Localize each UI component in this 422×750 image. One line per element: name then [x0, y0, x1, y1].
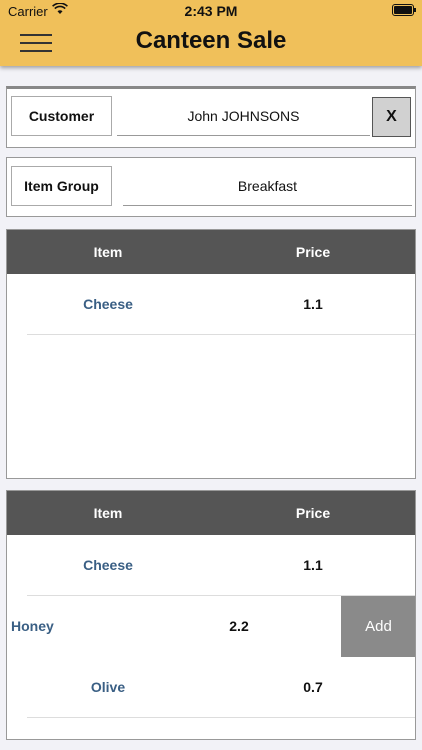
available-items-table: Item Price Cheese 1.1 Honey 2.2 Add Oliv… — [6, 490, 416, 740]
customer-label: Customer — [11, 96, 112, 136]
battery-icon — [392, 4, 416, 16]
row-divider — [27, 717, 415, 718]
item-group-label: Item Group — [11, 166, 112, 206]
table-row[interactable]: Honey 2.2 Add — [7, 596, 415, 657]
item-price: 1.1 — [303, 557, 323, 573]
item-price: 0.7 — [303, 679, 323, 695]
row-divider — [27, 334, 415, 335]
item-group-panel: Item Group Breakfast — [6, 157, 416, 217]
column-header-price: Price — [295, 244, 331, 260]
status-time: 2:43 PM — [184, 3, 238, 19]
item-price: 2.2 — [229, 618, 249, 634]
item-name: Olive — [90, 679, 126, 695]
item-name: Cheese — [83, 296, 133, 312]
item-name: Cheese — [83, 557, 133, 573]
app-header: Carrier 2:43 PM Canteen Sale — [0, 0, 422, 66]
table-row[interactable]: Olive 0.7 — [7, 657, 415, 718]
column-header-item: Item — [93, 244, 123, 260]
selected-items-table: Item Price Cheese 1.1 — [6, 229, 416, 479]
table-row[interactable]: Cheese 1.1 — [7, 274, 415, 335]
table-header: Item Price — [7, 491, 415, 535]
item-name: Honey — [11, 618, 54, 634]
item-group-field[interactable]: Breakfast — [123, 166, 412, 206]
column-header-price: Price — [295, 505, 331, 521]
customer-panel: Customer John JOHNSONS X — [6, 86, 416, 148]
page-title: Canteen Sale — [135, 27, 287, 54]
clear-customer-button[interactable]: X — [372, 97, 411, 137]
item-price: 1.1 — [303, 296, 323, 312]
table-header: Item Price — [7, 230, 415, 274]
table-row[interactable]: Cheese 1.1 — [7, 535, 415, 596]
add-item-button[interactable]: Add — [341, 596, 415, 657]
column-header-item: Item — [93, 505, 123, 521]
customer-field[interactable]: John JOHNSONS — [117, 96, 370, 136]
